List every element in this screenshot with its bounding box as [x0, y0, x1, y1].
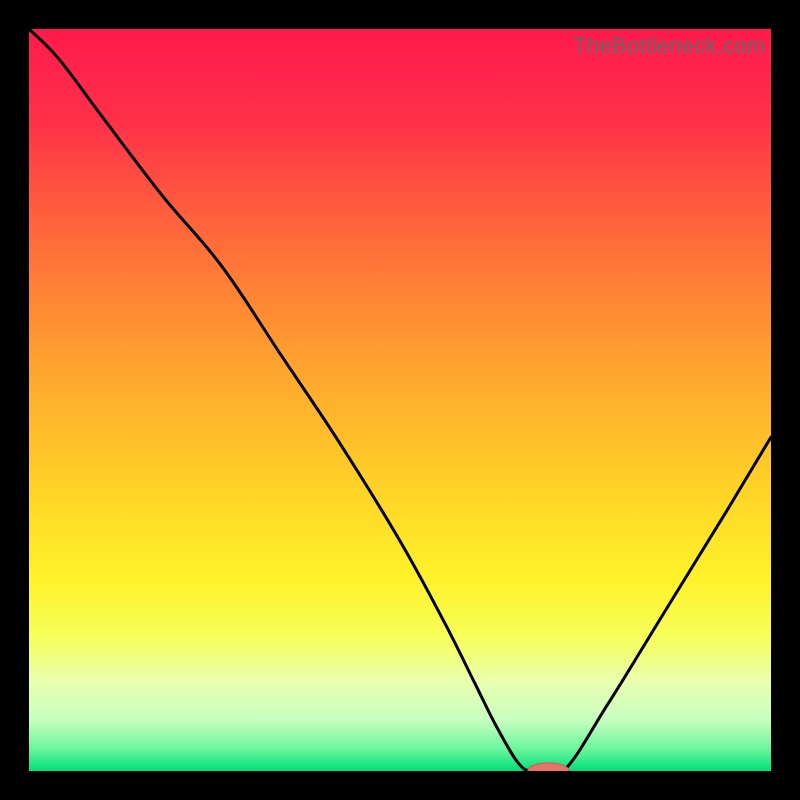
bottleneck-plot: [29, 29, 771, 771]
gradient-background: [29, 29, 771, 771]
watermark-text: TheBottleneck.com: [573, 33, 765, 59]
plot-frame: TheBottleneck.com: [29, 29, 771, 771]
